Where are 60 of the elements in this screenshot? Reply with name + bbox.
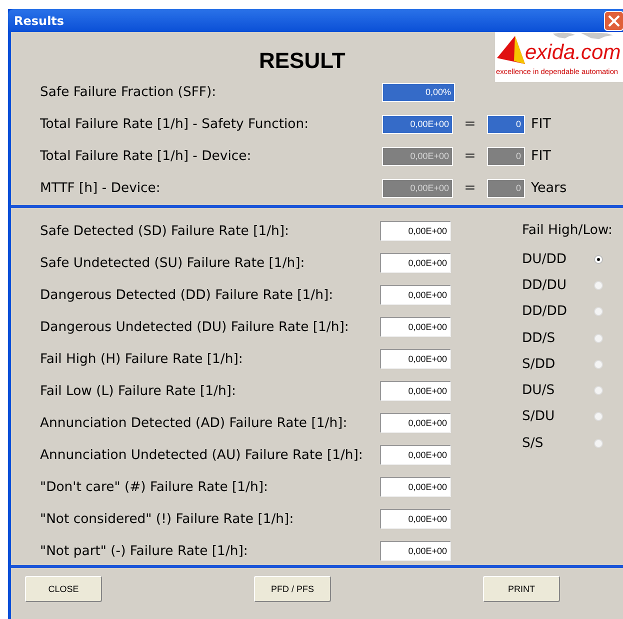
input-field[interactable]: 0,00E+00 [380, 509, 451, 529]
field-label: MTTF [h] - Device: [40, 180, 162, 196]
radio-button[interactable] [594, 360, 603, 369]
option-label: DD/DD [522, 304, 568, 320]
triangle-icon [497, 36, 525, 66]
radio-button[interactable] [594, 334, 603, 343]
radio-button[interactable] [594, 280, 603, 290]
input-field[interactable]: 0,00E+00 [380, 349, 451, 369]
field-label: Total Failure Rate [1/h] - Safety Function: [40, 116, 310, 132]
field-label: "Not considered" (!) Failure Rate [1/h]: [40, 512, 295, 526]
radio-button[interactable] [594, 386, 603, 396]
option-label: S/S [522, 436, 544, 451]
input-field[interactable]: 0,00E+00 [380, 541, 451, 561]
input-field[interactable]: 0,00E+00 [380, 413, 451, 433]
logo-name: exida.com [525, 42, 621, 64]
field-label: Annunciation Undetected (AU) Failure Rate [1/h]: [40, 448, 364, 462]
dialog-button[interactable]: PRINT [483, 576, 560, 602]
unit-label: FIT [531, 116, 551, 132]
unit-label: FIT [531, 148, 551, 164]
field-label: "Don't care" (#) Failure Rate [1/h]: [40, 480, 269, 494]
field-label: Annunciation Detected (AD) Failure Rate [1/h]: [40, 416, 348, 430]
option-label: DU/DD [522, 252, 568, 267]
field-label: Total Failure Rate [1/h] - Device: [40, 148, 252, 164]
value-field[interactable]: 0,00E+00 [382, 114, 453, 134]
radio-button[interactable] [594, 412, 603, 422]
equals-sign: = [463, 148, 477, 164]
option-label: DD/DU [522, 278, 568, 293]
window-title: Results [14, 14, 64, 28]
option-label: S/DU [522, 409, 556, 424]
dialog-button[interactable]: CLOSE [25, 576, 102, 602]
field-label: Safe Undetected (SU) Failure Rate [1/h]: [40, 256, 306, 270]
equals-sign: = [463, 180, 477, 196]
result-heading: RESULT [259, 47, 346, 75]
field-label: "Not part" (-) Failure Rate [1/h]: [40, 544, 249, 558]
input-field[interactable]: 0,00E+00 [380, 477, 451, 497]
unit-label: Years [531, 180, 567, 196]
field-label: Safe Failure Fraction (SFF): [40, 84, 218, 100]
field-label: Fail High (H) Failure Rate [1/h]: [40, 352, 244, 366]
value-field[interactable]: 0,00% [382, 82, 455, 102]
radio-button[interactable] [594, 254, 603, 264]
value-field[interactable]: 0 [487, 114, 525, 134]
input-field[interactable]: 0,00E+00 [380, 221, 451, 241]
input-field[interactable]: 0,00E+00 [380, 317, 451, 337]
radio-button[interactable] [594, 438, 603, 448]
field-label: Safe Detected (SD) Failure Rate [1/h]: [40, 224, 290, 238]
field-label: Fail Low (L) Failure Rate [1/h]: [40, 384, 237, 398]
option-label: DD/S [522, 330, 556, 346]
input-field[interactable]: 0,00E+00 [380, 285, 451, 305]
option-label: S/DD [522, 356, 556, 372]
input-field[interactable]: 0,00E+00 [380, 445, 451, 465]
input-field[interactable]: 0,00E+00 [380, 381, 451, 401]
radio-button[interactable] [594, 307, 603, 316]
field-label: Dangerous Undetected (DU) Failure Rate [1/h]: [40, 320, 350, 334]
option-label: DU/S [522, 383, 556, 398]
dialog-button[interactable]: PFD / PFS [254, 576, 331, 602]
equals-sign: = [463, 116, 477, 132]
group-label: Fail High/Low: [522, 223, 612, 240]
close-icon[interactable] [604, 10, 623, 30]
input-field[interactable]: 0,00E+00 [380, 253, 451, 273]
field-label: Dangerous Detected (DD) Failure Rate [1/h]: [40, 288, 334, 302]
